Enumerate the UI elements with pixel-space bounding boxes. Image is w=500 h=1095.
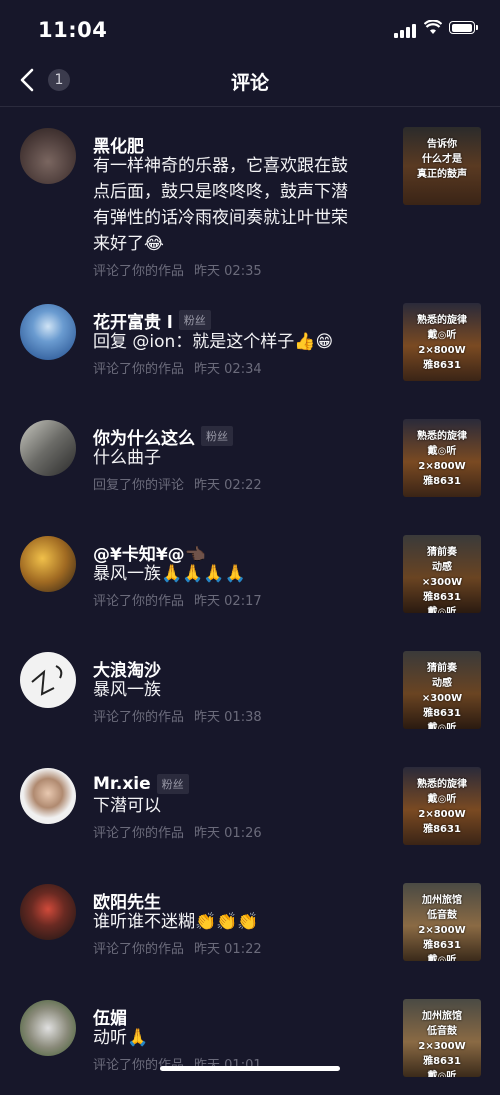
comment-time: 昨天 01:38 — [194, 710, 262, 725]
thumbnail-caption: 猜前奏 动感 ×300W 雅8631 戴◎听 — [421, 547, 463, 613]
comment-item[interactable]: 大浪淘沙 暴风一族 评论了你的作品 昨天 01:38 猜前奏 动感 ×300W 雅… — [0, 631, 500, 747]
comment-text: 下潜可以 — [93, 796, 161, 816]
video-thumbnail[interactable]: 加州旅馆 低音鼓 2×300W 雅8631 戴◎听 — [403, 999, 481, 1077]
comment-text: 谁听谁不迷糊👏👏👏 — [93, 912, 259, 932]
battery-icon — [449, 21, 478, 34]
video-thumbnail[interactable]: 熟悉的旋律 戴◎听 2×800W 雅8631 — [403, 303, 481, 381]
thumbnail-caption: 告诉你 什么才是 真正的鼓声 — [417, 139, 467, 180]
comment-time: 昨天 01:26 — [194, 826, 262, 841]
avatar[interactable] — [20, 304, 76, 360]
comment-action: 评论了你的作品 — [93, 362, 185, 377]
comment-action: 回复了你的评论 — [93, 478, 185, 493]
video-thumbnail[interactable]: 熟悉的旋律 戴◎听 2×800W 雅8631 — [403, 419, 481, 497]
video-thumbnail[interactable]: 猜前奏 动感 ×300W 雅8631 戴◎听 — [403, 535, 481, 613]
battery-level — [451, 23, 472, 32]
comment-item[interactable]: 你为什么这么 粉丝 什么曲子 回复了你的评论 昨天 02:22 熟悉的旋律 戴◎听 … — [0, 399, 500, 515]
comment-item[interactable]: 黑化肥 有一样神奇的乐器，它喜欢跟在鼓点后面，鼓只是咚咚咚，鼓声下潜有弹性的话冷… — [0, 107, 500, 283]
thumbnail-caption: 熟悉的旋律 戴◎听 2×800W 雅8631 — [417, 431, 467, 487]
comment-item[interactable]: 花开富贵 l 粉丝 回复 @ion：就是这个样子👍😁 评论了你的作品 昨天 02:3… — [0, 283, 500, 399]
avatar[interactable] — [20, 128, 76, 184]
thumbnail-caption: 加州旅馆 低音鼓 2×300W 雅8631 戴◎听 — [418, 1011, 466, 1077]
status-time: 11:04 — [38, 18, 108, 42]
thumbnail-caption: 猜前奏 动感 ×300W 雅8631 戴◎听 — [421, 663, 463, 729]
comment-item[interactable]: Mr.xie 粉丝 下潜可以 评论了你的作品 昨天 01:26 熟悉的旋律 戴◎听 … — [0, 747, 500, 863]
fan-badge: 粉丝 — [201, 426, 233, 446]
avatar[interactable] — [20, 1000, 76, 1056]
comment-item[interactable]: 欧阳先生 谁听谁不迷糊👏👏👏 评论了你的作品 昨天 01:22 加州旅馆 低音鼓 … — [0, 863, 500, 979]
fan-badge: 粉丝 — [178, 310, 211, 330]
comment-list: 黑化肥 有一样神奇的乐器，它喜欢跟在鼓点后面，鼓只是咚咚咚，鼓声下潜有弹性的话冷… — [0, 107, 500, 1095]
cellular-signal-icon — [394, 22, 418, 38]
wifi-icon — [423, 19, 443, 36]
nav-bar: 1 评论 — [0, 60, 500, 107]
avatar[interactable] — [20, 884, 76, 940]
video-thumbnail[interactable]: 猜前奏 动感 ×300W 雅8631 戴◎听 — [403, 651, 481, 729]
thumbnail-caption: 熟悉的旋律 戴◎听 2×800W 雅8631 — [417, 779, 467, 835]
comment-time: 昨天 01:22 — [194, 942, 262, 957]
comment-action: 评论了你的作品 — [93, 710, 185, 725]
comment-action: 评论了你的作品 — [93, 594, 185, 609]
comment-time: 昨天 02:34 — [194, 362, 262, 377]
avatar[interactable] — [20, 420, 76, 476]
comment-item[interactable]: 伍媚 动听🙏 评论了你的作品昨天 01:01 加州旅馆 低音鼓 2×300W 雅… — [0, 979, 500, 1095]
comment-action: 评论了你的作品 — [93, 826, 185, 841]
comment-text: 回复 @ion：就是这个样子👍😁 — [93, 332, 334, 352]
comment-text: 暴风一族🙏🙏🙏🙏 — [93, 564, 246, 584]
thumbnail-caption: 熟悉的旋律 戴◎听 2×800W 雅8631 — [417, 315, 467, 371]
avatar[interactable] — [20, 652, 76, 708]
home-indicator[interactable] — [160, 1066, 340, 1071]
avatar[interactable] — [20, 768, 76, 824]
comment-action: 评论了你的作品 — [93, 942, 185, 957]
video-thumbnail[interactable]: 告诉你 什么才是 真正的鼓声 — [403, 127, 481, 205]
avatar[interactable] — [20, 536, 76, 592]
comment-text: 动听🙏 — [93, 1028, 149, 1048]
comment-action: 评论了你的作品 — [93, 264, 185, 279]
status-bar: 11:04 — [0, 0, 500, 60]
comment-item[interactable]: @¥卡知¥@👈🏿 暴风一族🙏🙏🙏🙏 评论了你的作品 昨天 02:17 猜前奏 动感… — [0, 515, 500, 631]
page-title: 评论 — [230, 72, 269, 94]
fan-badge: 粉丝 — [156, 774, 189, 794]
thumbnail-caption: 加州旅馆 低音鼓 2×300W 雅8631 戴◎听 — [418, 895, 466, 961]
video-thumbnail[interactable]: 加州旅馆 低音鼓 2×300W 雅8631 戴◎听 — [403, 883, 481, 961]
comment-time: 昨天 02:17 — [194, 594, 262, 609]
avatar-sketch-icon — [31, 665, 63, 696]
video-thumbnail[interactable]: 熟悉的旋律 戴◎听 2×800W 雅8631 — [403, 767, 481, 845]
comment-text: 暴风一族 — [93, 680, 161, 700]
comment-text: 有一样神奇的乐器，它喜欢跟在鼓点后面，鼓只是咚咚咚，鼓声下潜有弹性的话冷雨夜间奏… — [93, 156, 348, 254]
comment-text: 什么曲子 — [93, 448, 161, 468]
commenter-name[interactable]: Mr.xie — [93, 774, 151, 794]
comment-time: 昨天 02:35 — [194, 264, 262, 279]
comment-time: 昨天 02:22 — [194, 478, 262, 493]
